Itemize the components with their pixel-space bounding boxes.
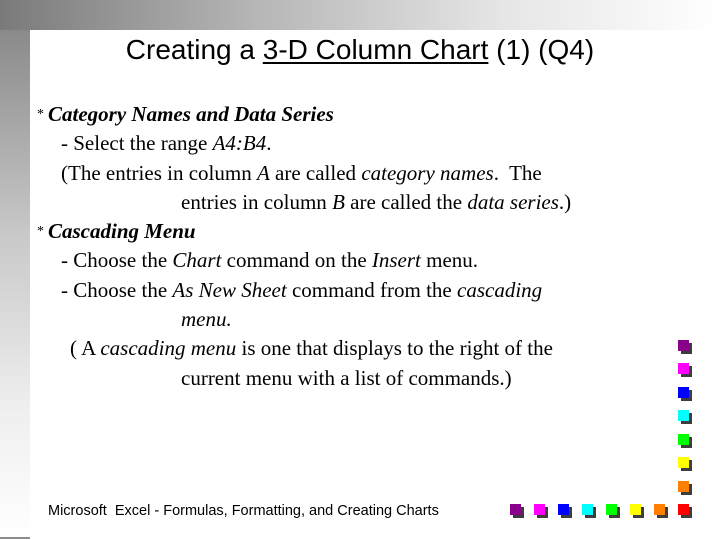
slide-body: * Category Names and Data Series - Select… [37, 100, 677, 393]
text-run: . The [493, 160, 542, 185]
text-run: ( A [70, 336, 101, 361]
heading-text: Cascading Menu [48, 219, 196, 244]
text-run: menu. [420, 248, 479, 273]
text-run: .) [558, 189, 572, 214]
text-run: (The entries in column [61, 160, 257, 185]
text-run: are called [269, 160, 362, 185]
decorative-square [678, 433, 689, 445]
decorative-square [582, 504, 593, 515]
decorative-square [678, 386, 689, 398]
text-run-italic: data series [467, 189, 559, 214]
decorative-square [678, 457, 689, 468]
left-gradient-band [0, 30, 30, 538]
title-underlined: 3-D Column Chart [262, 34, 489, 65]
text-run-italic: Chart [172, 248, 222, 273]
body-line: menu. [37, 305, 677, 334]
decorative-square [678, 363, 689, 374]
text-run-italic: As New Sheet [172, 277, 287, 302]
decorative-square [606, 504, 617, 515]
decorative-square [534, 504, 545, 515]
title-prefix: Creating a [125, 34, 263, 65]
body-line: current menu with a list of commands.) [37, 364, 677, 393]
bullet-asterisk: * [37, 224, 44, 240]
text-run-italic: B [332, 189, 345, 214]
body-line: ( A cascading menu is one that displays … [37, 334, 677, 363]
decorative-square [558, 504, 569, 515]
text-run-italic: A4:B4 [212, 131, 267, 156]
decorative-square [654, 504, 665, 515]
top-gradient-band [0, 0, 720, 30]
decorative-square [678, 504, 689, 515]
text-run: are called the [344, 189, 468, 214]
section-heading: * Cascading Menu [37, 217, 677, 246]
section-heading: * Category Names and Data Series [37, 100, 677, 129]
slide-title: Creating a 3-D Column Chart (1) (Q4) [0, 32, 720, 68]
text-run: current menu with a list of commands.) [181, 365, 512, 390]
text-run: command from the [286, 277, 458, 302]
text-run: - Choose the [61, 277, 173, 302]
body-line: entries in column B are called the data … [37, 188, 677, 217]
text-run-italic: Insert [371, 248, 421, 273]
body-line: - Choose the As New Sheet command from t… [37, 276, 677, 305]
text-run: command on the [221, 248, 372, 273]
text-run-italic: A [256, 160, 270, 185]
text-run: - Choose the [61, 248, 173, 273]
decorative-square [678, 410, 689, 421]
title-suffix: (1) (Q4) [488, 34, 595, 65]
decorative-square [678, 480, 689, 492]
decorative-square [678, 339, 689, 351]
text-run: is one that displays to the right of the [236, 336, 553, 361]
body-line: - Choose the Chart command on the Insert… [37, 246, 677, 275]
slide-footer: Microsoft Excel - Formulas, Formatting, … [48, 503, 439, 519]
decorative-square [630, 504, 641, 515]
text-run-italic: cascading [457, 277, 543, 302]
text-run-italic: category names [361, 160, 494, 185]
text-run: entries in column [181, 189, 333, 214]
left-band-divider [0, 537, 30, 539]
text-run: - Select the range [61, 131, 213, 156]
decorative-square [510, 504, 521, 515]
text-run-italic: cascading menu [100, 336, 237, 361]
body-line: (The entries in column A are called cate… [37, 159, 677, 188]
heading-text: Category Names and Data Series [48, 102, 334, 126]
text-run-italic: menu. [181, 307, 232, 332]
body-line: - Select the range A4:B4. [37, 129, 677, 158]
bullet-asterisk: * [37, 107, 44, 122]
text-run: . [266, 131, 272, 156]
